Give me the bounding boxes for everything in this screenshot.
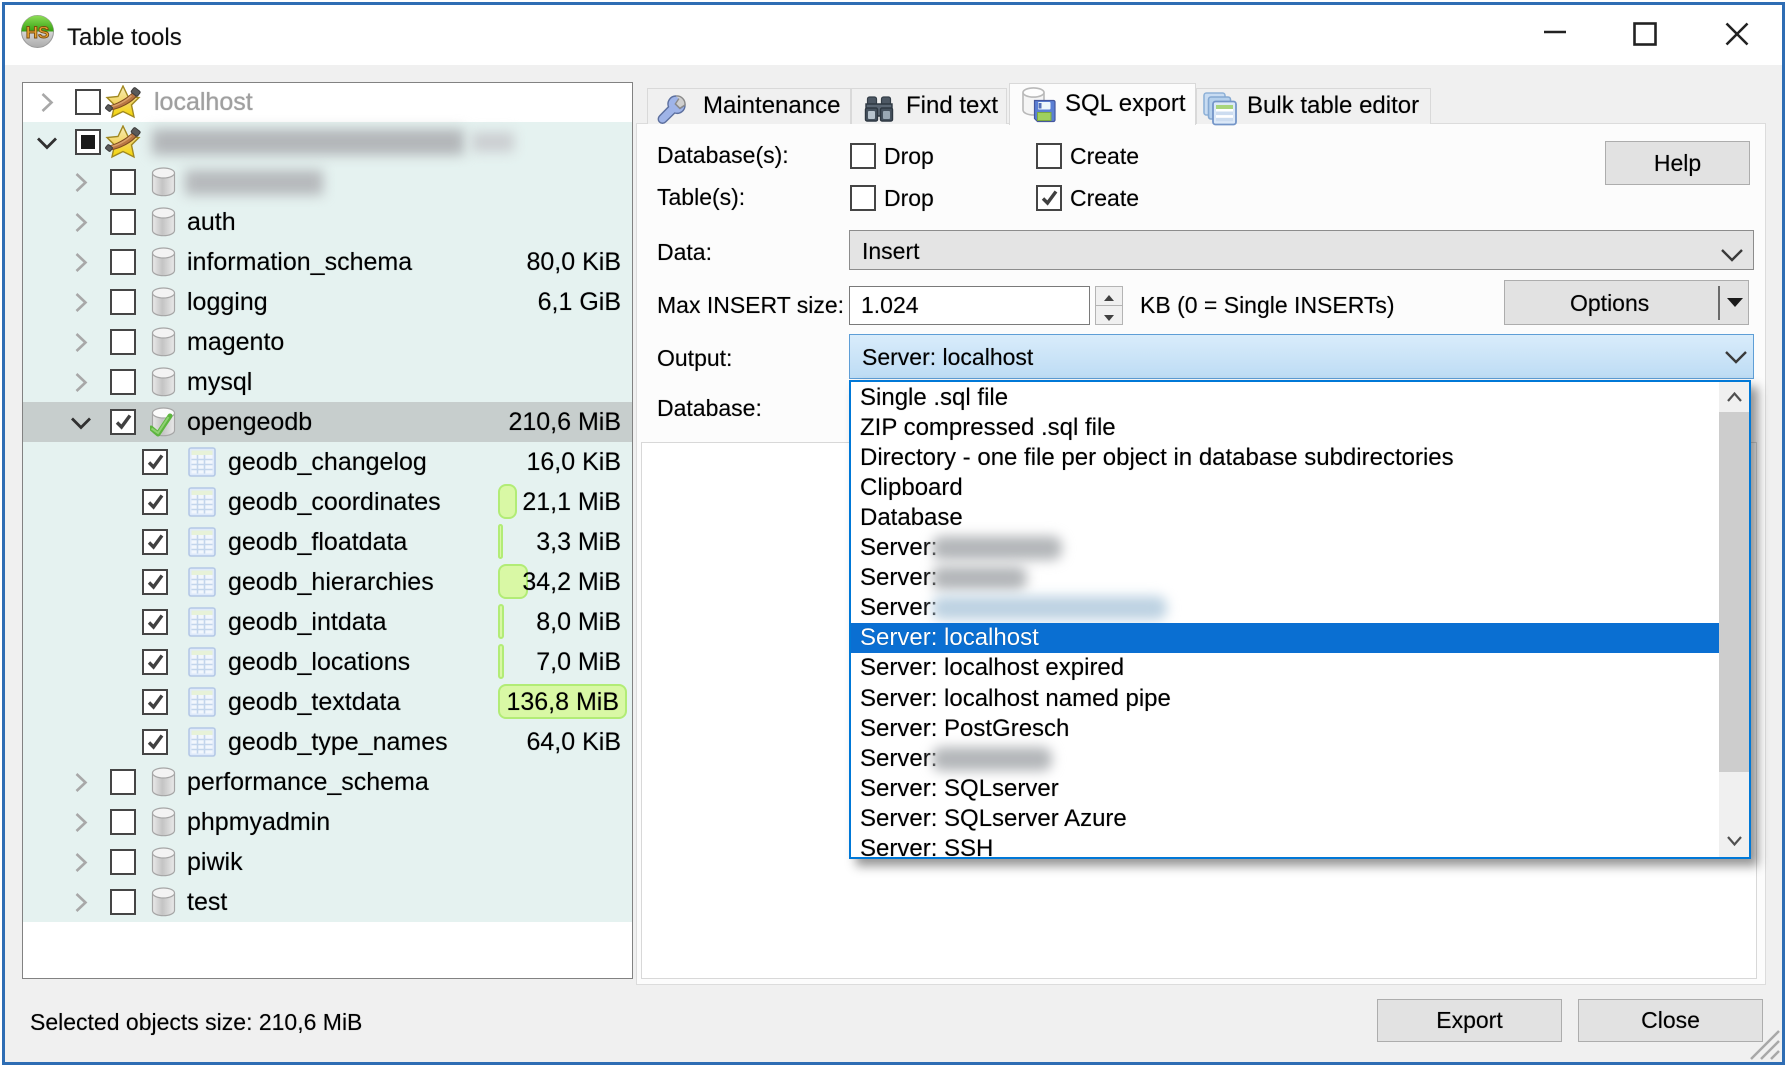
svg-text:HS: HS [26,23,50,42]
